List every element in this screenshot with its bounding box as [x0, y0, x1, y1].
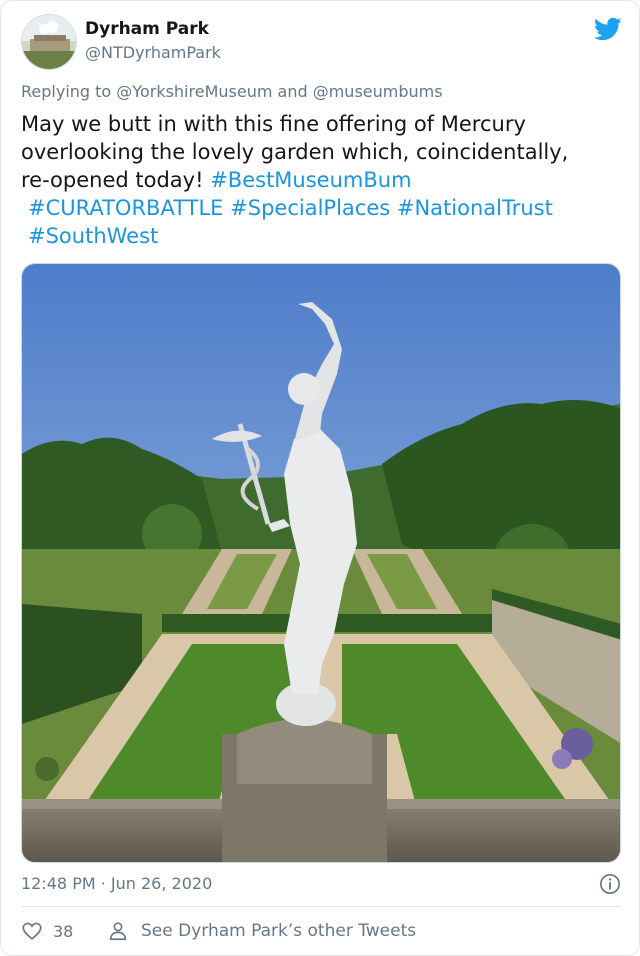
reply-user-link[interactable]: @YorkshireMuseum [116, 82, 272, 101]
tweet-text-segment: re-opened today! [21, 168, 211, 192]
see-other-tweets-label: See Dyrham Park’s other Tweets [141, 921, 417, 941]
person-icon [109, 922, 127, 941]
tweet-photo[interactable] [21, 263, 621, 863]
tweet-line: May we butt in with this fine offering o… [21, 112, 526, 136]
tweet-line: #SouthWest [21, 222, 621, 250]
reply-prefix: Replying to [21, 82, 112, 101]
twitter-bird-icon[interactable] [594, 15, 622, 43]
see-other-tweets-link[interactable]: See Dyrham Park’s other Tweets [107, 920, 416, 942]
tweet-card: Dyrham Park @NTDyrhamPark Replying to @Y… [0, 0, 640, 956]
reply-context: Replying to @YorkshireMuseum and @museum… [21, 82, 443, 101]
avatar[interactable] [21, 14, 77, 70]
hashtag-link[interactable]: #NationalTrust [397, 196, 553, 220]
tweet-line: overlooking the lovely garden which, coi… [21, 140, 569, 164]
tweet-line: re-opened today! #BestMuseumBum [21, 166, 621, 194]
heart-icon [22, 922, 42, 940]
reply-conjunction: and [277, 82, 308, 101]
tweet-line: #CURATORBATTLE #SpecialPlaces #NationalT… [21, 194, 621, 222]
account-name[interactable]: Dyrham Park [85, 19, 209, 39]
divider [21, 906, 621, 907]
tweet-text: May we butt in with this fine offering o… [21, 110, 621, 250]
tweet-timestamp[interactable]: 12:48 PM · Jun 26, 2020 [21, 874, 212, 893]
hashtag-link[interactable]: #CURATORBATTLE [28, 196, 223, 220]
hashtag-link[interactable]: #SouthWest [28, 224, 158, 248]
info-icon[interactable] [599, 873, 621, 895]
photo-image [22, 264, 620, 862]
hashtag-link[interactable]: #BestMuseumBum [210, 168, 411, 192]
account-handle[interactable]: @NTDyrhamPark [85, 43, 221, 62]
reply-user-link[interactable]: @museumbums [313, 82, 443, 101]
hashtag-link[interactable]: #SpecialPlaces [230, 196, 390, 220]
like-button[interactable]: 38 [21, 920, 73, 942]
like-count: 38 [53, 921, 74, 941]
